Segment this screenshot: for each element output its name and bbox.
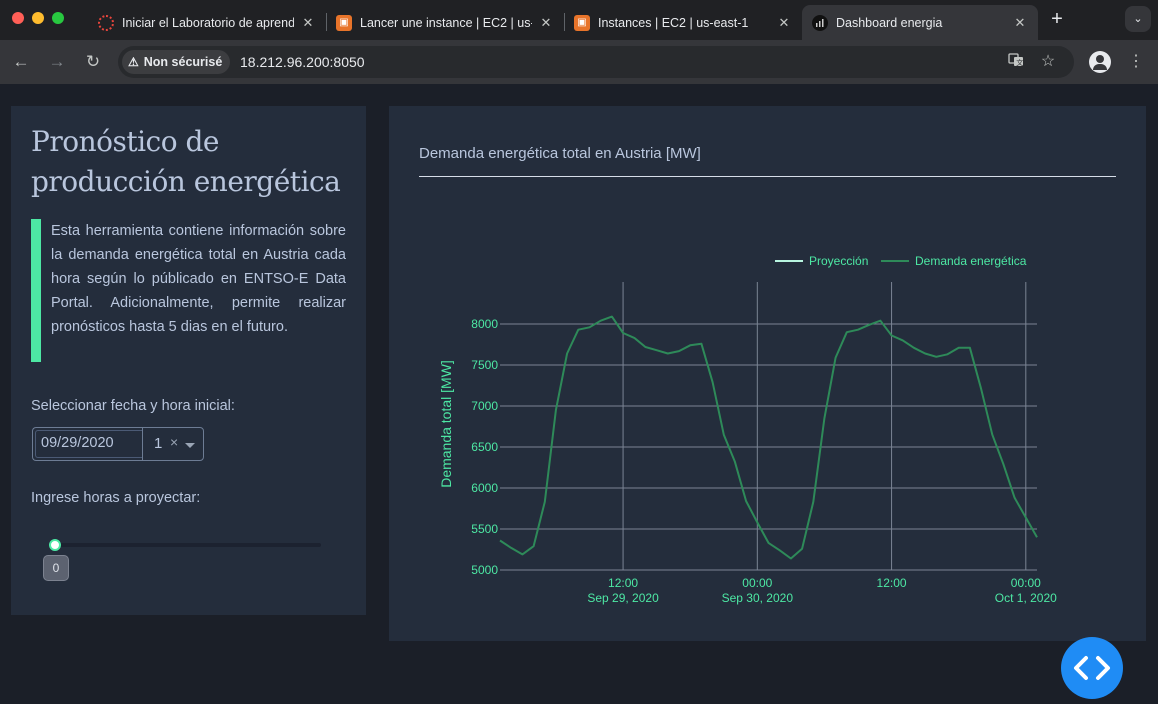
date-label: Seleccionar fecha y hora inicial: (31, 398, 235, 414)
url-text[interactable]: 18.212.96.200:8050 (240, 54, 365, 70)
dev-tools-button[interactable] (1061, 637, 1123, 699)
x-tick-time: 12:00 (608, 576, 638, 590)
loading-spinner-icon (98, 14, 114, 31)
back-arrow-icon[interactable]: ← (10, 51, 32, 73)
dashboard-page: Pronóstico de producción energética Esta… (0, 84, 1158, 699)
security-indicator[interactable]: ⚠ Non sécurisé (122, 50, 231, 74)
legend-label-demand: Demanda energética (915, 254, 1027, 268)
address-bar[interactable]: ⚠ Non sécurisé 18.212.96.200:8050 文 ☆ (118, 46, 1074, 78)
chart-legend[interactable]: Proyección Demanda energética (775, 254, 1027, 268)
x-tick-time: 00:00 (742, 576, 772, 590)
tab-search-button[interactable]: ⌄ (1125, 6, 1151, 32)
close-icon[interactable]: ✕ (300, 15, 316, 31)
y-axis-label: Demanda total [MW] (438, 360, 454, 488)
hours-label: Ingrese horas a proyectar: (31, 490, 201, 506)
more-menu-icon[interactable]: ⋮ (1126, 51, 1146, 73)
chart-gridlines (500, 282, 1037, 571)
y-tick-label: 7000 (471, 399, 498, 413)
profile-avatar-icon[interactable] (1089, 51, 1111, 73)
control-panel: Pronóstico de producción energética Esta… (11, 106, 366, 615)
date-value: 09/29/2020 (41, 435, 114, 451)
y-tick-label: 7500 (471, 358, 498, 372)
close-icon[interactable]: ✕ (776, 15, 792, 31)
browser-tab[interactable]: ▣ Lancer une instance | EC2 | us-east-1 … (326, 5, 564, 40)
description-text: Esta herramienta contiene información so… (31, 219, 346, 362)
chevron-down-icon[interactable] (185, 443, 195, 448)
code-brackets-icon (1074, 656, 1110, 680)
hours-slider-handle[interactable] (49, 539, 61, 551)
y-tick-label: 5500 (471, 522, 498, 536)
x-tick-date: Sep 30, 2020 (722, 591, 794, 605)
forward-arrow-icon[interactable]: → (46, 51, 68, 73)
reload-icon[interactable]: ↻ (82, 51, 104, 73)
demand-line-chart[interactable]: 8000750070006500600055005000 12:00Sep 29… (389, 106, 1146, 641)
x-axis-ticks: 12:00Sep 29, 202000:00Sep 30, 202012:00 0… (587, 576, 1057, 605)
x-tick-time: 12:00 (877, 576, 907, 590)
chart-series (499, 315, 1038, 560)
security-label: Non sécurisé (143, 55, 223, 69)
y-tick-label: 5000 (471, 563, 498, 577)
aws-ec2-icon: ▣ (574, 14, 590, 31)
hours-slider-track[interactable] (55, 543, 321, 547)
browser-tab[interactable]: ▣ Instances | EC2 | us-east-1 ✕ (564, 5, 802, 40)
browser-tab-bar: Iniciar el Laboratorio de aprendizaje ✕ … (0, 0, 1158, 40)
tab-title: Instances | EC2 | us-east-1 (598, 15, 749, 30)
hour-value: 1 (154, 435, 163, 452)
browser-tab[interactable]: Iniciar el Laboratorio de aprendizaje ✕ (88, 5, 326, 40)
clear-icon[interactable]: × (170, 434, 178, 450)
window-maximize-button[interactable] (52, 12, 64, 24)
date-picker-input[interactable]: 09/29/2020 (32, 427, 144, 461)
y-tick-label: 8000 (471, 317, 498, 331)
tab-title: Lancer une instance | EC2 | us-east-1 (360, 15, 532, 30)
dash-icon (812, 14, 828, 31)
slider-value-tooltip: 0 (43, 555, 69, 581)
page-title: Pronóstico de producción energética (31, 125, 341, 198)
warning-icon: ⚠ (128, 55, 139, 69)
demand-series-line (499, 315, 1038, 560)
translate-icon[interactable]: 文 (1006, 52, 1026, 72)
bookmark-star-icon[interactable]: ☆ (1038, 52, 1058, 72)
chart-panel: Demanda energética total en Austria [MW]… (389, 106, 1146, 641)
svg-text:文: 文 (1016, 58, 1023, 67)
window-minimize-button[interactable] (32, 12, 44, 24)
new-tab-button[interactable]: + (1046, 8, 1068, 30)
close-icon[interactable]: ✕ (1012, 15, 1028, 31)
y-tick-label: 6500 (471, 440, 498, 454)
legend-label-projection: Proyección (809, 254, 868, 268)
tab-title: Iniciar el Laboratorio de aprendizaje (122, 15, 294, 30)
browser-tab-active[interactable]: Dashboard energia ✕ (802, 5, 1038, 40)
y-tick-label: 6000 (471, 481, 498, 495)
aws-ec2-icon: ▣ (336, 14, 352, 31)
close-icon[interactable]: ✕ (538, 15, 554, 31)
browser-toolbar: ← → ↻ ⚠ Non sécurisé 18.212.96.200:8050 … (0, 40, 1158, 84)
x-tick-date: Sep 29, 2020 (587, 591, 659, 605)
x-tick-date: Oct 1, 2020 (995, 591, 1057, 605)
y-axis-ticks: 8000 7500 7000 6500 6000 5500 5000 (471, 317, 498, 577)
hour-dropdown[interactable]: 1 × (142, 427, 204, 461)
x-tick-time: 00:00 (1011, 576, 1041, 590)
tab-title: Dashboard energia (836, 15, 943, 30)
window-close-button[interactable] (12, 12, 24, 24)
